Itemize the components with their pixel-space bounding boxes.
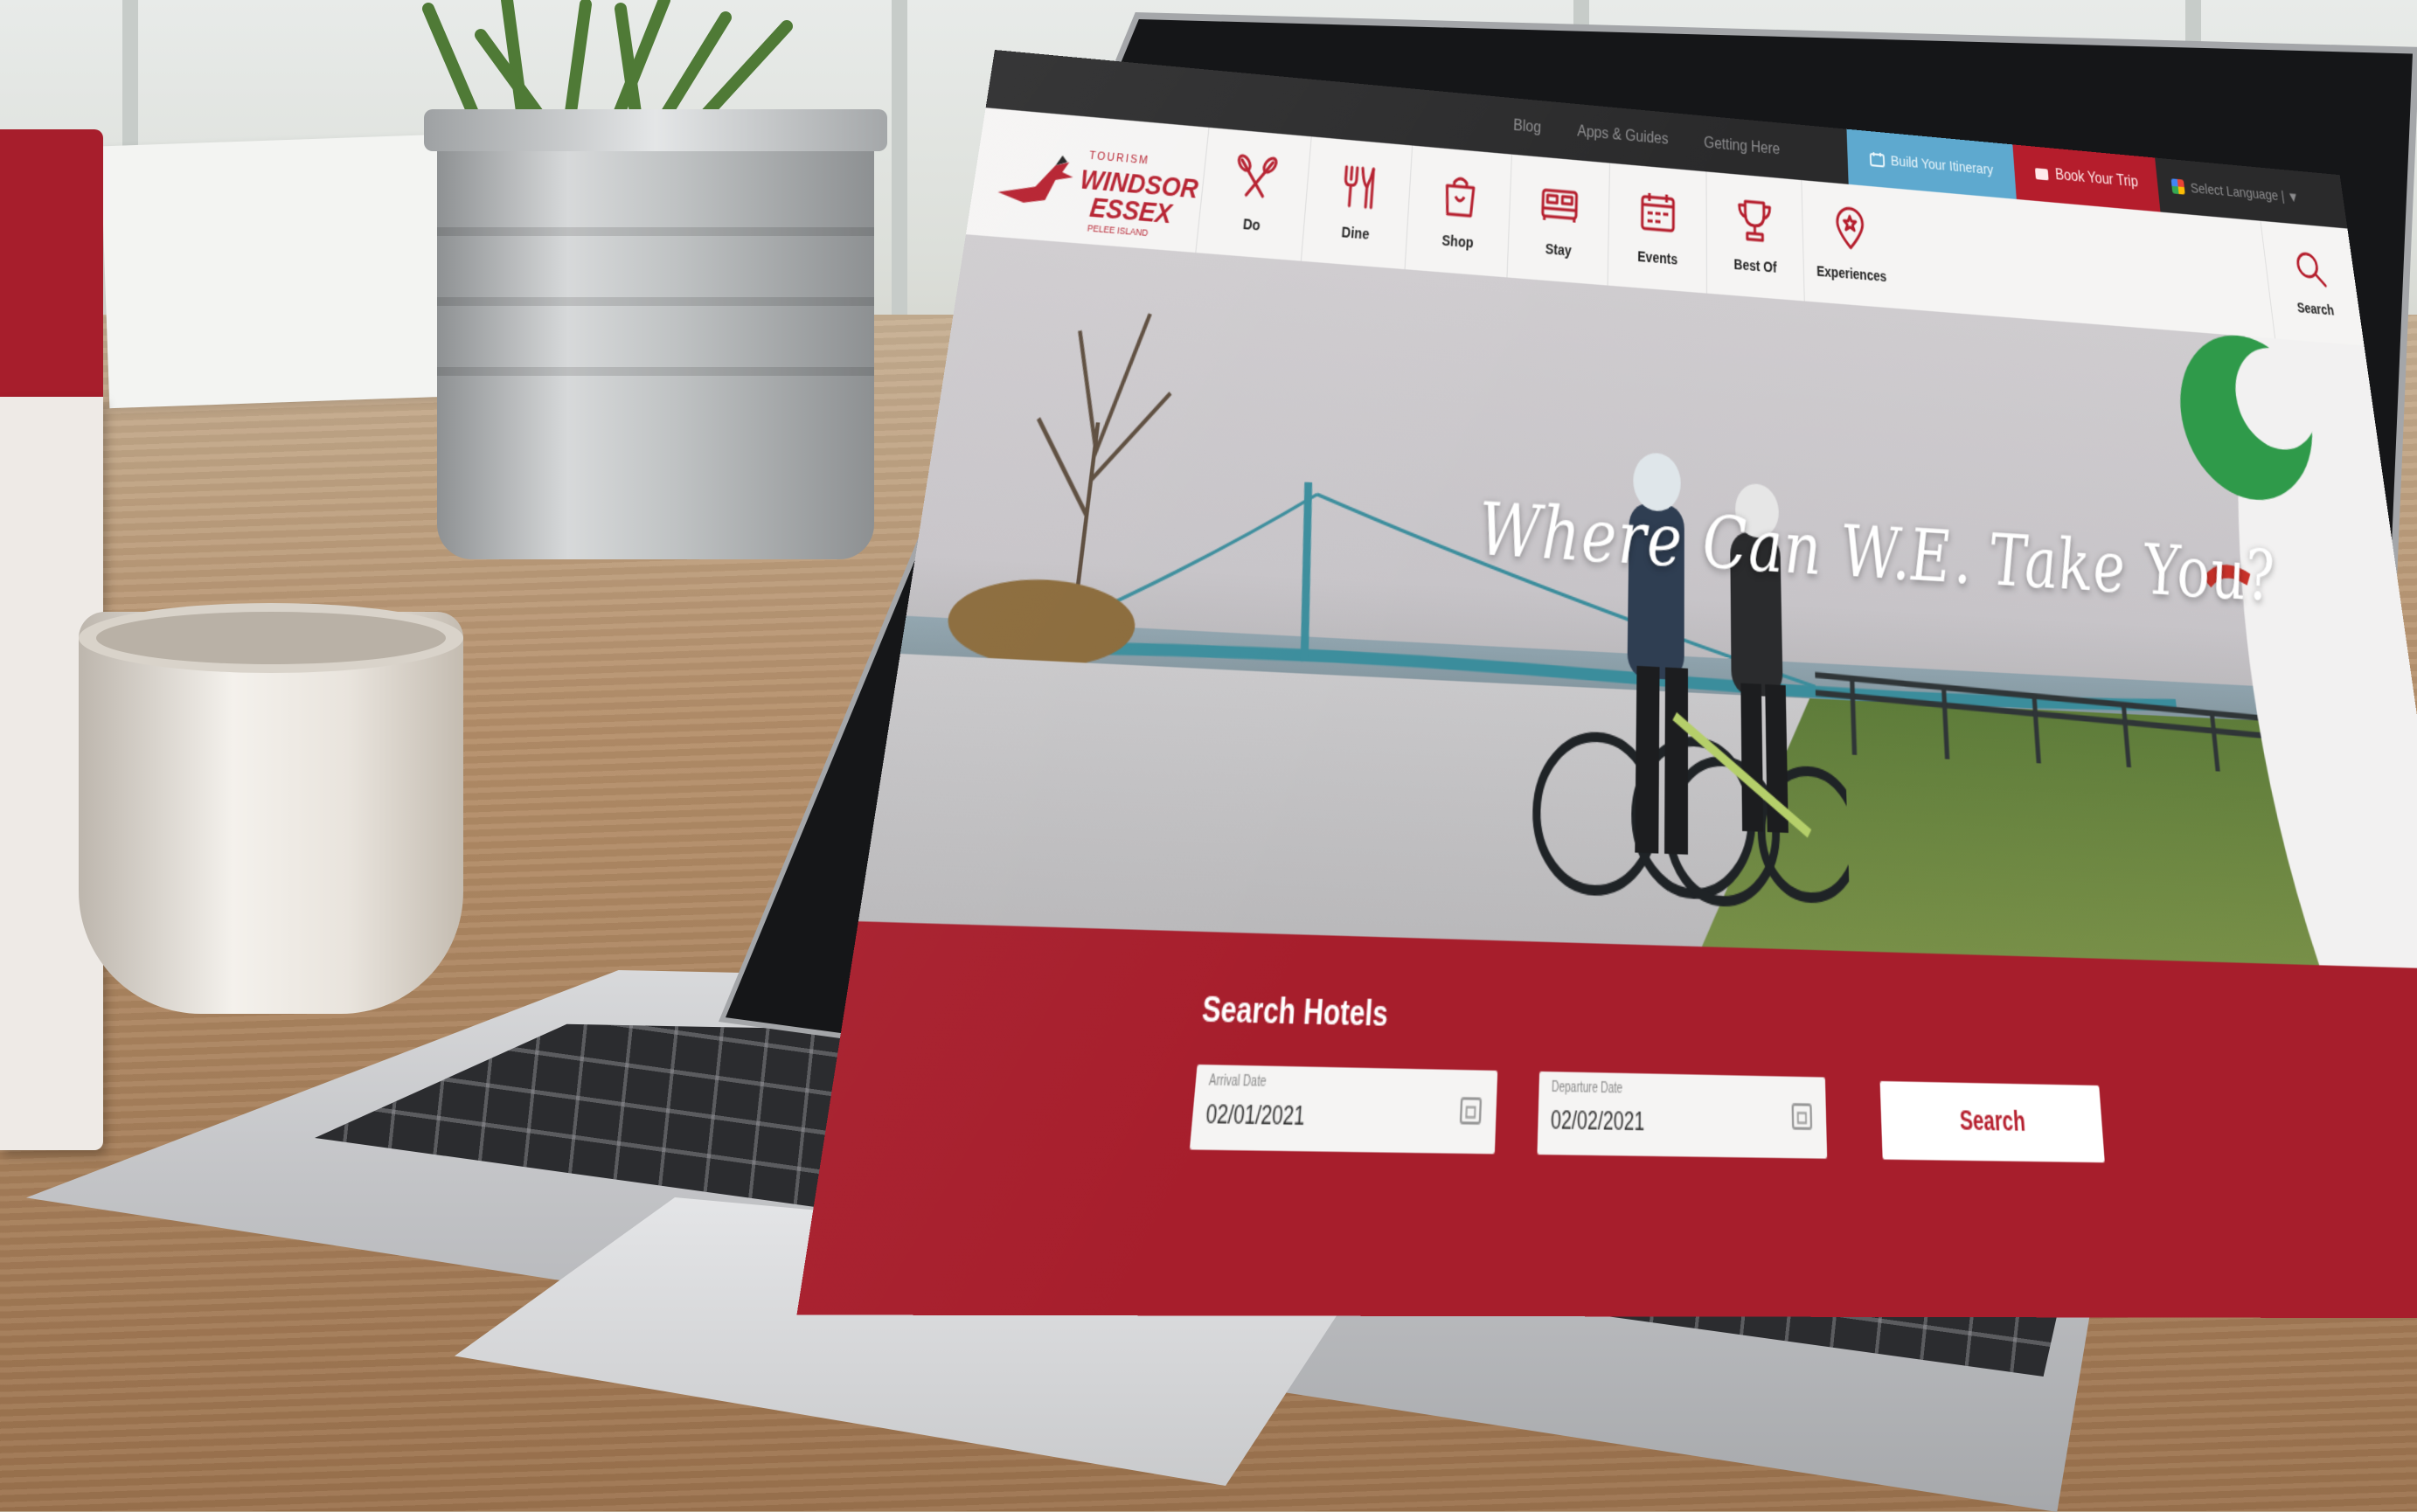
nav-item-do[interactable]: Do — [1195, 127, 1311, 261]
paddles-icon — [1233, 153, 1279, 204]
bed-icon — [1538, 180, 1580, 230]
calendar-icon — [1638, 188, 1678, 237]
pot-rim — [424, 109, 887, 151]
side-card-red — [0, 129, 103, 397]
nav-label-best-of: Best Of — [1733, 255, 1777, 276]
dining-icon — [1337, 163, 1381, 212]
pot-ridge — [437, 297, 874, 306]
nav-label-shop: Shop — [1441, 232, 1474, 252]
blog-link[interactable]: Blog — [1513, 117, 1541, 137]
trophy-icon — [1735, 197, 1775, 246]
calendar-icon[interactable] — [1789, 1099, 1815, 1133]
ticket-icon — [2034, 168, 2049, 181]
location-pin-icon — [1830, 205, 1871, 253]
nav-label-stay: Stay — [1545, 240, 1572, 260]
departure-date-value: 02/02/2021 — [1550, 1106, 1645, 1136]
nav-item-stay[interactable]: Stay — [1506, 154, 1610, 286]
departure-date-label: Departure Date — [1551, 1079, 1623, 1098]
paper-document — [100, 133, 477, 409]
pot-ridge — [437, 367, 874, 376]
itinerary-icon — [1869, 151, 1885, 168]
nav-item-best-of[interactable]: Best Of — [1705, 171, 1804, 302]
nav-search-label: Search — [2295, 299, 2336, 318]
getting-here-link[interactable]: Getting Here — [1704, 135, 1780, 159]
nav-label-dine: Dine — [1341, 223, 1371, 243]
nav-search-button[interactable]: Search — [2260, 220, 2365, 346]
departure-date-field[interactable]: Departure Date 02/02/2021 — [1537, 1071, 1828, 1159]
search-hotels-title: Search Hotels — [1200, 987, 1390, 1035]
nav-label-do: Do — [1242, 215, 1261, 234]
google-translate-icon — [2170, 178, 2185, 195]
metal-plant-pot — [437, 122, 874, 559]
nav-item-shop[interactable]: Shop — [1404, 145, 1511, 278]
apps-guides-link[interactable]: Apps & Guides — [1577, 123, 1669, 149]
utility-links: Blog Apps & Guides Getting Here — [1513, 117, 1781, 159]
pot-ridge — [437, 227, 874, 236]
arrival-date-value: 02/01/2021 — [1205, 1099, 1306, 1131]
goose-logo-icon — [997, 155, 1075, 207]
shopping-bag-icon — [1438, 171, 1481, 221]
search-hotels-button[interactable]: Search — [1879, 1080, 2105, 1163]
laptop-screen: Blog Apps & Guides Getting Here Build Yo… — [796, 50, 2417, 1319]
nav-label-events: Events — [1637, 247, 1678, 268]
arrival-date-field[interactable]: Arrival Date 02/01/2021 — [1189, 1064, 1498, 1155]
language-label: Select Language | ▼ — [2189, 179, 2301, 206]
build-itinerary-label: Build Your Itinerary — [1890, 152, 1994, 178]
cup-inside — [96, 612, 446, 664]
hero-tree-image — [942, 281, 1228, 669]
nav-label-experiences: Experiences — [1816, 262, 1887, 285]
search-icon — [2292, 248, 2329, 289]
tourism-logo[interactable]: TOURISM WINDSOR ESSEX PELEE ISLAND — [991, 128, 1199, 238]
book-trip-label: Book Your Trip — [2054, 167, 2139, 191]
nav-item-experiences[interactable]: Experiences — [1801, 180, 1900, 309]
nav-item-dine[interactable]: Dine — [1300, 136, 1413, 270]
hero-banner: Where Can W.E. Take You? — [858, 234, 2417, 969]
search-hotels-panel: Search Hotels Arrival Date 02/01/2021 De… — [796, 921, 2417, 1319]
calendar-icon[interactable] — [1457, 1092, 1484, 1127]
nav-item-events[interactable]: Events — [1607, 163, 1707, 294]
arrival-date-label: Arrival Date — [1208, 1073, 1268, 1091]
